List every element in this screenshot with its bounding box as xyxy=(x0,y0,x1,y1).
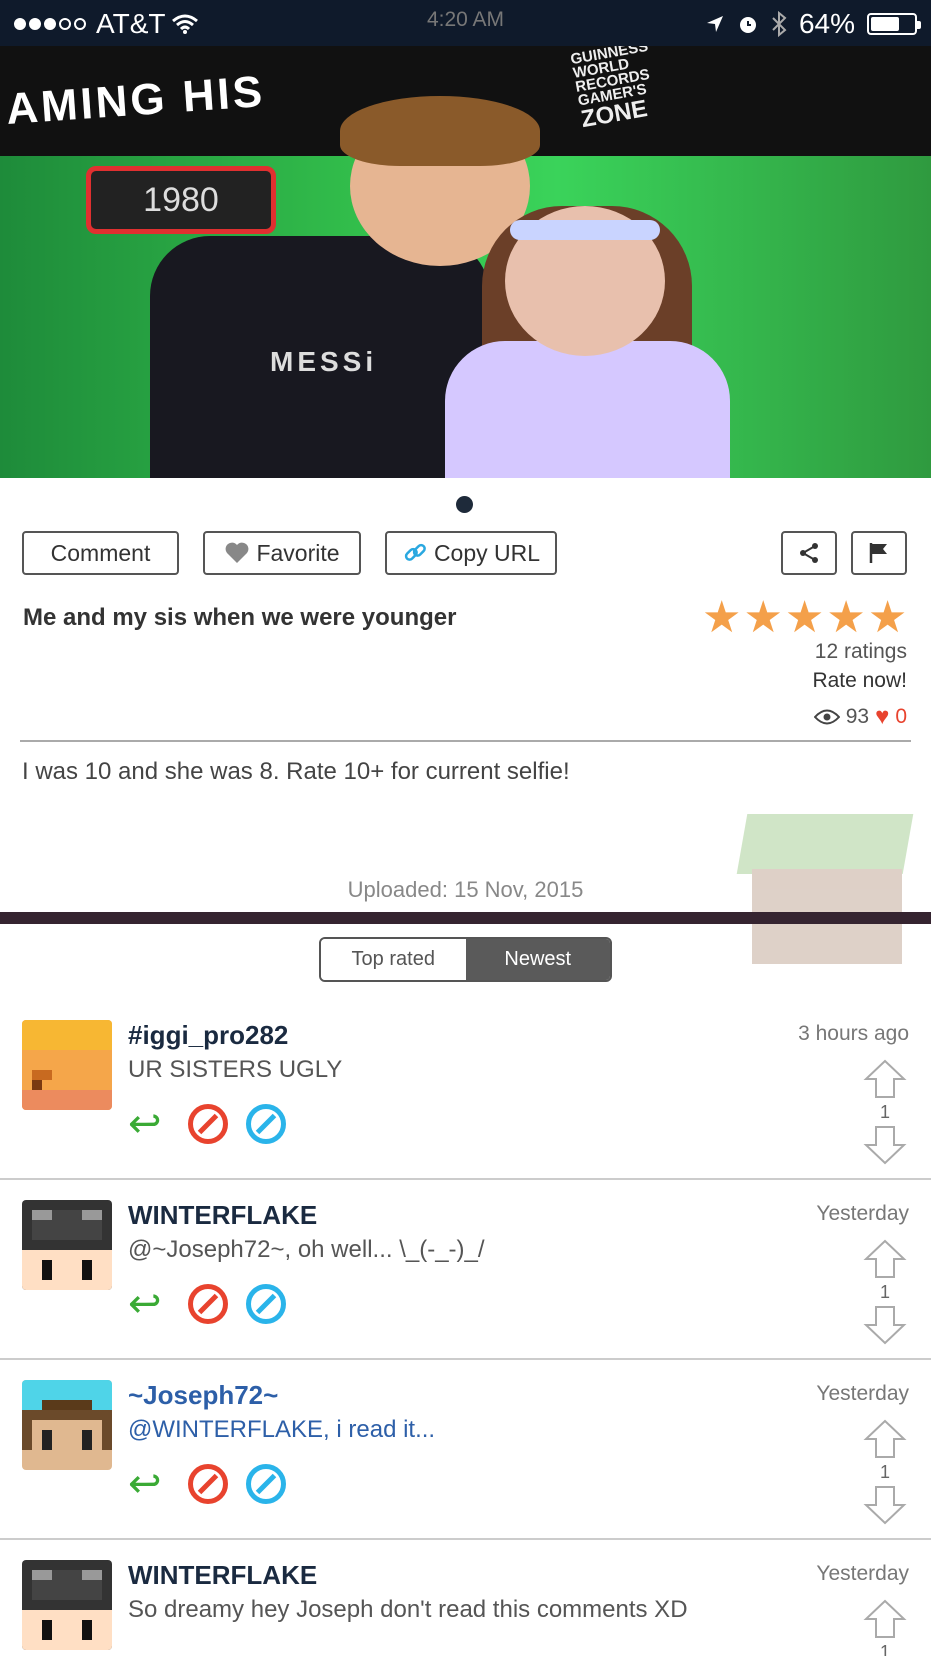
comment-item: #iggi_pro282 UR SISTERS UGLY 3 hours ago… xyxy=(0,1000,931,1180)
block-icon[interactable] xyxy=(188,1464,228,1504)
comment-item: WINTERFLAKE @~Joseph72~, oh well... \_(-… xyxy=(0,1180,931,1360)
comment-username[interactable]: ~Joseph72~ xyxy=(128,1380,278,1411)
boy-hair xyxy=(340,96,540,166)
vote-count: 1 xyxy=(879,1282,890,1302)
rate-now-link[interactable]: Rate now! xyxy=(812,669,907,693)
comment-time: Yesterday xyxy=(816,1202,909,1225)
headband xyxy=(510,220,660,240)
share-button[interactable] xyxy=(781,531,837,575)
comment-username[interactable]: #iggi_pro282 xyxy=(128,1020,288,1051)
divider xyxy=(20,740,911,742)
flag-icon xyxy=(869,543,887,563)
section-divider xyxy=(0,912,931,924)
vote-count: 1 xyxy=(879,1102,890,1122)
battery-icon xyxy=(867,13,921,35)
comment-sort-toggle[interactable]: Top rated Newest xyxy=(319,937,612,982)
comment-text: @~Joseph72~, oh well... \_(-_-)_/ xyxy=(128,1236,485,1263)
vote-count: 1 xyxy=(879,1642,890,1656)
vote-control: 1 xyxy=(863,1238,907,1346)
comment-username[interactable]: WINTERFLAKE xyxy=(128,1560,317,1591)
heart-icon xyxy=(226,542,249,563)
view-count: 93 xyxy=(845,705,870,728)
upload-date: Uploaded: 15 Nov, 2015 xyxy=(347,877,584,902)
avatar[interactable] xyxy=(22,1020,112,1110)
comment-time: Yesterday xyxy=(816,1562,909,1585)
comment-text: So dreamy hey Joseph don't read this com… xyxy=(128,1596,688,1623)
rating-stars[interactable]: ★ ★ ★ ★ ★ xyxy=(702,596,907,640)
share-icon xyxy=(800,543,818,563)
vote-control: 1 xyxy=(863,1058,907,1166)
girl-figure xyxy=(445,341,730,478)
upvote-icon[interactable] xyxy=(863,1238,907,1280)
downvote-icon[interactable] xyxy=(863,1304,907,1346)
post-photo[interactable]: AMING HIS GUINNESS WORLD RECORDS GAMER'S ZO… xyxy=(0,46,931,478)
star-icon[interactable]: ★ xyxy=(868,596,907,640)
shirt-logo: MESSi xyxy=(270,346,378,377)
star-icon[interactable]: ★ xyxy=(826,596,865,640)
avatar[interactable] xyxy=(22,1560,112,1650)
heart-icon: ♥ xyxy=(875,703,890,730)
block-icon[interactable] xyxy=(188,1104,228,1144)
comment-time: Yesterday xyxy=(816,1382,909,1405)
status-right: 64% xyxy=(705,8,921,40)
post-stats: 93 ♥ 0 xyxy=(813,703,907,731)
status-bar: AT&T 4:20 AM 64% xyxy=(0,0,931,46)
downvote-icon[interactable] xyxy=(863,1124,907,1166)
downvote-icon[interactable] xyxy=(863,1484,907,1526)
alarm-icon xyxy=(739,17,756,33)
avatar[interactable] xyxy=(22,1380,112,1470)
upvote-icon[interactable] xyxy=(863,1418,907,1460)
year-sign: 1980 xyxy=(86,166,276,234)
reply-icon[interactable]: ↩ xyxy=(128,1104,170,1144)
tab-top-rated[interactable]: Top rated xyxy=(321,939,466,980)
guinness-logo: GUINNESS WORLD RECORDS GAMER'S ZONE xyxy=(569,46,651,134)
bluetooth-icon xyxy=(772,11,787,37)
reply-icon[interactable]: ↩ xyxy=(128,1464,170,1504)
comment-item: WINTERFLAKE So dreamy hey Joseph don't r… xyxy=(0,1540,931,1656)
upvote-icon[interactable] xyxy=(863,1598,907,1640)
post-title: Me and my sis when we were younger xyxy=(23,604,457,631)
link-icon xyxy=(404,543,426,561)
ban-icon[interactable] xyxy=(246,1104,286,1144)
star-icon[interactable]: ★ xyxy=(743,596,782,640)
avatar[interactable] xyxy=(22,1200,112,1290)
comment-button[interactable]: Comment xyxy=(22,531,179,575)
comment-time: 3 hours ago xyxy=(798,1022,909,1045)
reply-icon[interactable]: ↩ xyxy=(128,1284,170,1324)
tab-newest[interactable]: Newest xyxy=(465,939,610,980)
report-button[interactable] xyxy=(851,531,907,575)
like-count: 0 xyxy=(895,705,907,728)
vote-control: 1 xyxy=(863,1598,907,1656)
page-indicator[interactable] xyxy=(456,496,473,513)
ban-icon[interactable] xyxy=(246,1464,286,1504)
ratings-count: 12 ratings xyxy=(814,640,907,663)
star-icon[interactable]: ★ xyxy=(702,596,741,640)
location-arrow-icon xyxy=(706,16,723,32)
vote-control: 1 xyxy=(863,1418,907,1526)
battery-percent: 64% xyxy=(798,8,855,39)
comment-item: ~Joseph72~ @WINTERFLAKE, i read it... Ye… xyxy=(0,1360,931,1540)
ban-icon[interactable] xyxy=(246,1284,286,1324)
eye-icon xyxy=(813,709,840,725)
comment-text: UR SISTERS UGLY xyxy=(128,1056,343,1083)
vote-count: 1 xyxy=(879,1462,890,1482)
comment-username[interactable]: WINTERFLAKE xyxy=(128,1200,317,1231)
favorite-button[interactable]: Favorite xyxy=(203,531,361,575)
post-description: I was 10 and she was 8. Rate 10+ for cur… xyxy=(22,758,570,785)
copy-url-button[interactable]: Copy URL xyxy=(385,531,557,575)
comment-text: @WINTERFLAKE, i read it... xyxy=(128,1416,436,1443)
star-icon[interactable]: ★ xyxy=(785,596,824,640)
upvote-icon[interactable] xyxy=(863,1058,907,1100)
block-icon[interactable] xyxy=(188,1284,228,1324)
